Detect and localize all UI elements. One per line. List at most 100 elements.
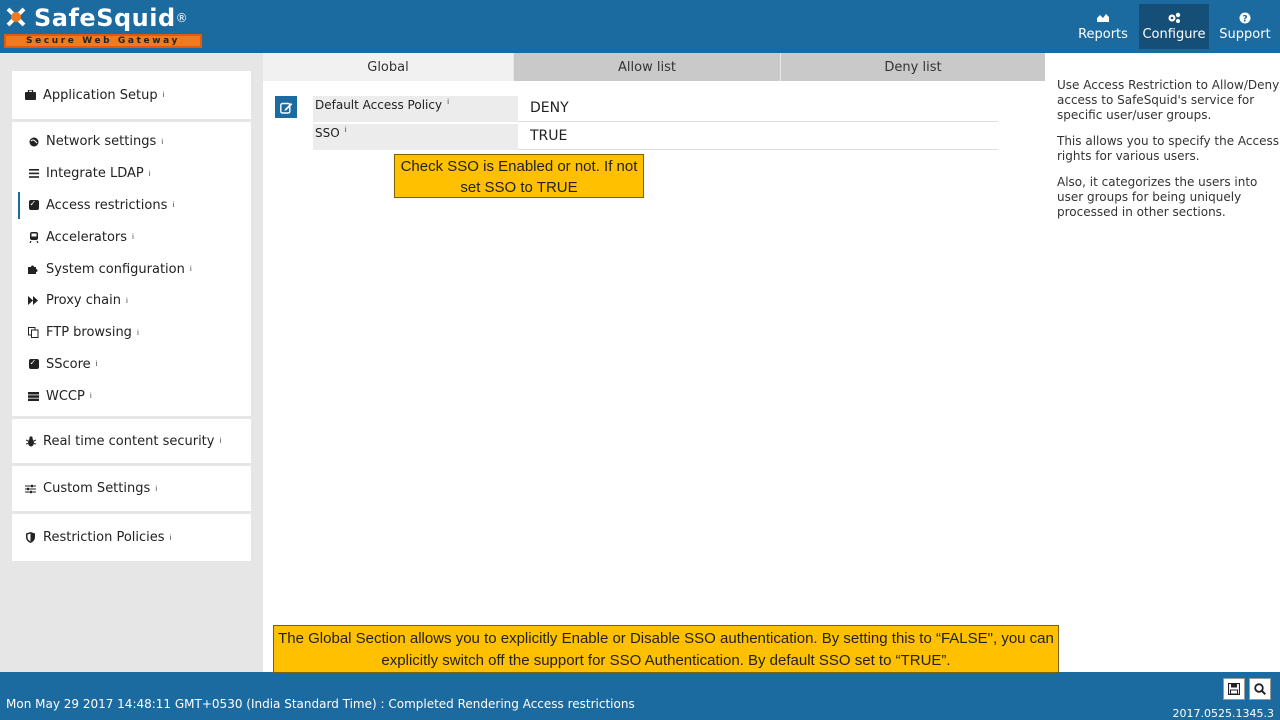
sidebar-item-accelerators[interactable]: Accelerators i xyxy=(12,221,251,253)
field-value: TRUE xyxy=(530,128,568,144)
info-icon[interactable]: i xyxy=(172,201,174,209)
field-label-text: SSO xyxy=(315,126,340,140)
sidebar-head-realtime-content-security[interactable]: Real time content security i xyxy=(12,419,251,463)
question-icon: ? xyxy=(1239,12,1251,24)
top-nav: Reports Configure ? Support xyxy=(1067,4,1280,49)
save-icon xyxy=(1228,683,1240,695)
help-panel: Use Access Restriction to Allow/Deny acc… xyxy=(1045,53,1280,672)
sidebar-head-custom-settings[interactable]: Custom Settings i xyxy=(12,466,251,511)
server-icon xyxy=(28,391,39,402)
save-button[interactable] xyxy=(1223,678,1245,700)
tab-deny-list[interactable]: Deny list xyxy=(781,53,1045,81)
briefcase-icon xyxy=(25,90,36,101)
sidebar-group-application-setup: Application Setup i xyxy=(12,71,251,122)
forward-icon xyxy=(28,295,39,306)
logo-name: SafeSquid xyxy=(34,4,176,32)
sidebar-head-label: Restriction Policies xyxy=(43,530,165,546)
sidebar-head-label: Custom Settings xyxy=(43,481,151,497)
chart-icon xyxy=(1096,12,1110,24)
field-label-text: Default Access Policy xyxy=(315,98,443,112)
sidebar-item-label: Network settings xyxy=(46,134,157,150)
sidebar-item-label: SScore xyxy=(46,356,91,372)
info-icon[interactable]: i xyxy=(126,297,128,305)
logo-tagline: Secure Web Gateway xyxy=(4,34,202,48)
shield-icon xyxy=(25,532,36,544)
callout-global-section: The Global Section allows you to explici… xyxy=(273,625,1059,673)
sidebar-head-application-setup[interactable]: Application Setup i xyxy=(12,71,251,119)
tab-global[interactable]: Global xyxy=(263,53,514,81)
safesquid-logo[interactable]: SafeSquid ® Secure Web Gateway xyxy=(4,3,204,50)
version-number: 2017.0525.1345.3 xyxy=(1172,707,1274,720)
info-icon[interactable]: i xyxy=(447,98,449,106)
sidebar-head-label: Application Setup xyxy=(43,87,158,103)
sidebar-group-restriction: Restriction Policies i xyxy=(12,514,251,562)
edit-icon xyxy=(279,102,292,114)
info-icon[interactable]: i xyxy=(219,437,221,445)
nav-support[interactable]: ? Support xyxy=(1210,4,1280,49)
info-icon[interactable]: i xyxy=(155,485,157,493)
sidebar-item-label: Accelerators xyxy=(46,229,128,245)
info-icon[interactable]: i xyxy=(96,360,98,368)
sidebar-item-proxy-chain[interactable]: Proxy chain i xyxy=(12,285,251,317)
gears-icon xyxy=(1167,12,1181,24)
tab-allow-list[interactable]: Allow list xyxy=(514,53,781,81)
sidebar-group-items: Network settings i Integrate LDAP i Acce… xyxy=(12,122,251,420)
sliders-icon xyxy=(25,483,36,494)
info-icon[interactable]: i xyxy=(137,329,139,337)
help-paragraph: Use Access Restriction to Allow/Deny acc… xyxy=(1057,78,1280,122)
field-label: SSO i xyxy=(313,124,518,150)
checkbox-icon xyxy=(28,358,39,370)
sidebar-item-wccp[interactable]: WCCP i xyxy=(12,380,251,412)
top-header: SafeSquid ® Secure Web Gateway Reports C… xyxy=(0,0,1280,53)
sidebar-head-restriction-policies[interactable]: Restriction Policies i xyxy=(12,514,251,561)
logo-registered-mark: ® xyxy=(175,11,188,25)
info-icon[interactable]: i xyxy=(149,170,151,178)
sidebar-item-label: WCCP xyxy=(46,388,85,404)
nav-support-label: Support xyxy=(1219,26,1271,42)
info-icon[interactable]: i xyxy=(170,534,172,542)
status-message: Mon May 29 2017 14:48:11 GMT+0530 (India… xyxy=(6,697,635,711)
info-icon[interactable]: i xyxy=(90,392,92,400)
nav-configure[interactable]: Configure xyxy=(1139,4,1209,49)
nav-reports[interactable]: Reports xyxy=(1068,4,1138,49)
field-row-sso[interactable]: SSO i TRUE xyxy=(313,124,998,150)
train-icon xyxy=(28,231,39,243)
help-paragraph: Also, it categorizes the users into user… xyxy=(1057,175,1258,219)
nav-reports-label: Reports xyxy=(1078,26,1128,42)
sidebar-item-label: FTP browsing xyxy=(46,325,132,341)
field-value: DENY xyxy=(530,100,569,116)
info-icon[interactable]: i xyxy=(190,265,192,273)
field-row-default-access-policy[interactable]: Default Access Policy i DENY xyxy=(313,96,998,122)
svg-text:?: ? xyxy=(1242,14,1247,24)
sidebar-group-realtime: Real time content security i xyxy=(12,419,251,467)
info-icon[interactable]: i xyxy=(132,233,134,241)
sidebar-item-network-settings[interactable]: Network settings i xyxy=(12,126,251,158)
sidebar-item-integrate-ldap[interactable]: Integrate LDAP i xyxy=(12,158,251,190)
help-paragraph: This allows you to specify the Access ri… xyxy=(1057,134,1280,163)
edit-button[interactable] xyxy=(275,96,297,118)
info-icon[interactable]: i xyxy=(161,138,163,146)
bug-icon xyxy=(25,436,36,447)
globe-icon xyxy=(28,136,39,147)
sidebar-item-ftp-browsing[interactable]: FTP browsing i xyxy=(12,317,251,349)
sidebar-item-system-configuration[interactable]: System configuration i xyxy=(12,253,251,285)
main-panel: Global Allow list Deny list Default Acce… xyxy=(263,53,1059,673)
sidebar-item-sscore[interactable]: SScore i xyxy=(12,349,251,381)
copy-icon xyxy=(28,327,39,339)
tab-bar: Global Allow list Deny list xyxy=(263,53,1045,81)
sidebar-group-custom: Custom Settings i xyxy=(12,466,251,515)
sidebar-item-label: Integrate LDAP xyxy=(46,166,144,182)
puzzle-icon xyxy=(28,264,39,275)
list-icon xyxy=(28,168,39,179)
info-icon[interactable]: i xyxy=(345,126,347,134)
sidebar-item-label: Proxy chain xyxy=(46,293,121,309)
sidebar-item-label: System configuration xyxy=(46,261,185,277)
nav-configure-label: Configure xyxy=(1142,26,1206,42)
field-label: Default Access Policy i xyxy=(313,96,518,122)
info-icon[interactable]: i xyxy=(163,91,165,99)
search-button[interactable] xyxy=(1249,678,1271,700)
status-bar: Mon May 29 2017 14:48:11 GMT+0530 (India… xyxy=(0,672,1280,720)
checkbox-icon xyxy=(28,199,39,211)
sidebar-item-access-restrictions[interactable]: Access restrictions i xyxy=(12,190,251,222)
sidebar-item-label: Access restrictions xyxy=(46,197,168,213)
